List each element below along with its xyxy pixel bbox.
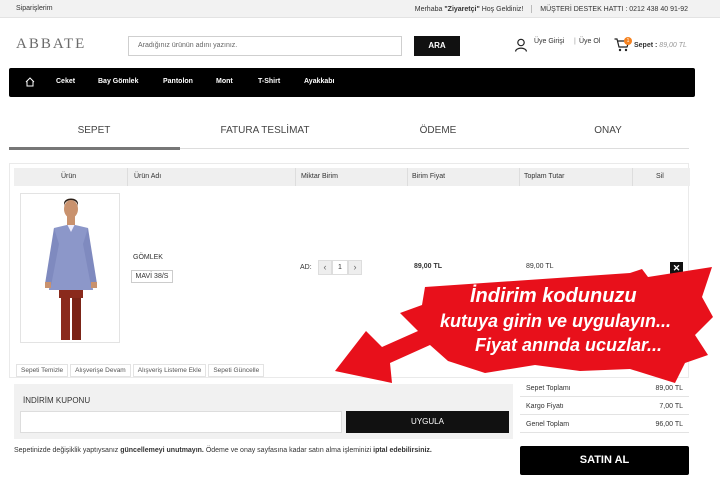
support-hotline: MÜŞTERİ DESTEK HATTI : 0212 438 40 91-92 [540,5,688,13]
summary-label: Kargo Fiyatı [526,403,564,410]
update-cart-button[interactable]: Sepeti Güncelle [208,364,265,377]
summary-value: 96,00 TL [655,421,683,428]
nav-item-ceket[interactable]: Ceket [56,78,75,85]
product-name[interactable]: GÖMLEK [133,254,163,261]
main-nav: Ceket Bay Gömlek Pantolon Mont T-Shirt A… [9,68,695,97]
header-divider: | [574,38,576,45]
greeting-suffix: Hoş Geldiniz! [481,5,524,13]
step-divider [180,148,689,149]
continue-shopping-button[interactable]: Alışverişe Devam [70,364,131,377]
cart-label: Sepet : [634,42,658,49]
col-miktar: Miktar Birim [301,173,338,180]
col-urun-adi: Ürün Adı [134,173,162,180]
product-variant: MAVİ 38/S [131,270,173,283]
cart-count-badge: 1 [624,37,632,45]
divider [531,5,533,13]
table-header: Ürün Ürün Adı Miktar Birim Birim Fiyat T… [14,168,690,186]
cart-summary[interactable]: Sepet : 89,00 TL [634,42,687,49]
col-birim-fiyat: Birim Fiyat [412,173,446,180]
promo-line-2: kutuya girin ve uygulayın... [440,311,672,331]
summary-row: Genel Toplam 96,00 TL [520,416,689,433]
step-fatura-teslimat[interactable]: FATURA TESLİMAT [210,125,320,136]
summary-row: Kargo Fiyatı 7,00 TL [520,398,689,415]
coupon-title: İNDİRİM KUPONU [23,396,91,405]
summary-label: Genel Toplam [526,421,570,428]
product-model-illustration [45,198,97,340]
top-bar: Siparişlerim Merhaba "Ziyaretçi" Hoş Gel… [0,0,720,18]
nav-item-bay-gomlek[interactable]: Bay Gömlek [98,78,138,85]
active-step-indicator [9,147,180,150]
note-text: Ödeme ve onay sayfasına kadar satın alma… [203,447,374,454]
promo-line-3: Fiyat anında ucuzlar... [475,335,663,355]
greeting-prefix: Merhaba [414,5,443,13]
col-divider [295,168,296,186]
cart-note: Sepetinizde değişiklik yaptıysanız günce… [14,447,432,454]
col-divider [519,168,520,186]
nav-item-mont[interactable]: Mont [216,78,233,85]
search-input[interactable]: Aradığınız ürünün adını yazınız. [128,36,402,56]
login-link[interactable]: Üye Girişi [534,38,564,45]
product-image[interactable] [20,193,120,343]
col-divider [407,168,408,186]
step-odeme[interactable]: ÖDEME [408,125,468,136]
step-sepet[interactable]: SEPET [74,125,114,136]
search-button[interactable]: ARA [414,36,460,56]
note-bold: güncellemeyi unutmayın. [120,447,204,454]
orders-link[interactable]: Siparişlerim [16,5,53,12]
col-divider [632,168,633,186]
col-divider [127,168,128,186]
unit-label: AD: [300,264,312,271]
promo-line-1: İndirim kodunuzu [470,285,637,307]
step-onay[interactable]: ONAY [583,125,633,136]
site-logo[interactable]: ABBATE [16,36,86,53]
nav-item-tshirt[interactable]: T-Shirt [258,78,280,85]
register-link[interactable]: Üye Ol [579,38,600,45]
nav-item-ayakkabi[interactable]: Ayakkabı [304,78,334,85]
buy-button[interactable]: SATIN AL [520,446,689,475]
nav-item-pantolon[interactable]: Pantolon [163,78,193,85]
cart-actions: Sepeti Temizle Alışverişe Devam Alışveriş … [16,364,266,378]
note-bold: iptal edebilirsiniz. [373,447,432,454]
note-text: Sepetinizde değişiklik yaptıysanız [14,447,121,454]
top-info: Merhaba "Ziyaretçi" Hoş Geldiniz! MÜŞTER… [415,5,688,13]
col-toplam: Toplam Tutar [524,173,565,180]
promo-banner: İndirim kodunuzu kutuya girin ve uygulay… [330,265,720,395]
user-icon[interactable] [514,38,528,52]
greeting-name: "Ziyaretçi" [444,5,480,13]
clear-cart-button[interactable]: Sepeti Temizle [16,364,69,377]
summary-value: 7,00 TL [659,403,683,410]
home-icon[interactable] [25,77,35,87]
col-sil: Sil [656,173,664,180]
add-to-list-button[interactable]: Alışveriş Listeme Ekle [132,364,207,377]
apply-coupon-button[interactable]: UYGULA [346,411,509,433]
coupon-input[interactable] [20,411,342,433]
col-urun: Ürün [61,173,77,180]
cart-total: 89,00 TL [659,42,687,49]
